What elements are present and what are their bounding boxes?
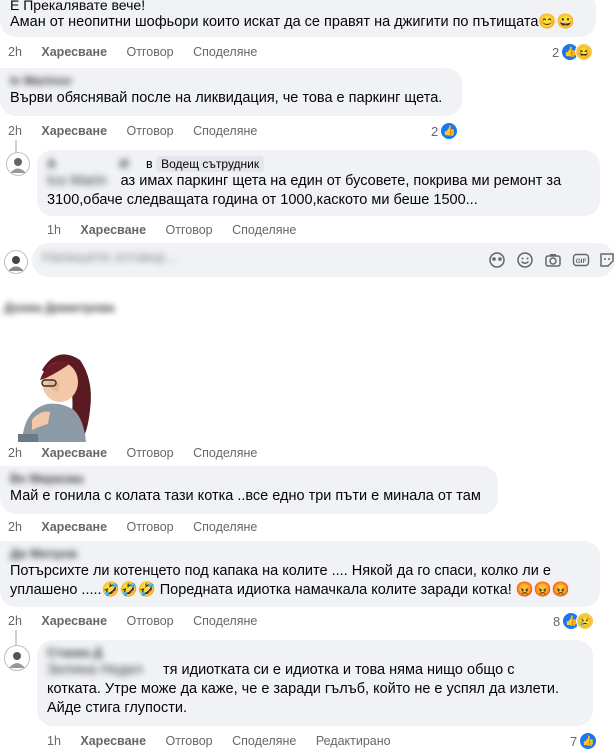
gif-icon[interactable]: GIF xyxy=(572,251,590,269)
comment-author[interactable]: Iv Marinov xyxy=(10,74,452,89)
like-button[interactable]: Харесване xyxy=(80,223,146,237)
comment-actions-3: 1h Харесване Отговор Споделяне xyxy=(47,223,312,237)
reaction-count: 8 xyxy=(553,613,561,629)
comment-bubble-5: Ве Миркова Май е гонила с колата тази ко… xyxy=(0,466,498,514)
like-button[interactable]: Харесване xyxy=(41,446,107,460)
mention[interactable]: Зиляна Недел xyxy=(47,662,143,678)
reaction-count: 2 xyxy=(431,123,439,139)
comment-text: Върви обяснявай после на ликвидация, че … xyxy=(10,90,443,106)
like-icon: 👍 xyxy=(440,122,459,140)
reactions-2[interactable]: 2 👍 xyxy=(431,122,459,140)
share-button[interactable]: Споделяне xyxy=(193,520,257,534)
girl-facepalm-sticker-icon xyxy=(18,354,91,442)
reply-button[interactable]: Отговор xyxy=(127,124,174,138)
share-button[interactable]: Споделяне xyxy=(193,614,257,628)
comment-text: Потърсихте ли котенцето под капака на ко… xyxy=(10,563,570,598)
share-button[interactable]: Споделяне xyxy=(193,124,257,138)
comment-time[interactable]: 2h xyxy=(8,446,22,460)
avatar-image-icon xyxy=(10,158,26,173)
like-button[interactable]: Харесване xyxy=(41,614,107,628)
comment-bubble-7: Станка Д Зиляна Недел тя идиотката си е и… xyxy=(37,640,593,726)
comment-time[interactable]: 2h xyxy=(8,614,22,628)
svg-text:GIF: GIF xyxy=(576,258,587,265)
reactions-1[interactable]: 2 👍 😆 xyxy=(552,43,594,61)
comment-author[interactable]: Станка Д xyxy=(47,646,583,661)
comment-bubble-3: А И в Водещ сътрудник Ico Marin аз имах п… xyxy=(37,150,600,216)
in-label: в xyxy=(145,157,153,171)
avatar[interactable] xyxy=(4,645,30,671)
comment-text: аз имах паркинг щета на един от бусовете… xyxy=(47,173,562,208)
comment-actions-1: 2h Харесване Отговор Споделяне xyxy=(8,45,273,59)
like-button[interactable]: Харесване xyxy=(41,124,107,138)
comment-author[interactable]: Ве Миркова xyxy=(10,472,488,487)
comment-time[interactable]: 2h xyxy=(8,520,22,534)
composer-placeholder: Напишете отговор... xyxy=(42,250,178,266)
camera-icon[interactable] xyxy=(544,251,562,269)
top-contributor-badge[interactable]: Водещ сътрудник xyxy=(156,156,265,172)
avatar-image-icon xyxy=(8,256,24,271)
mention[interactable]: Ico Marin xyxy=(47,173,107,189)
reply-button[interactable]: Отговор xyxy=(127,520,174,534)
reply-button[interactable]: Отговор xyxy=(127,45,174,59)
laugh-emoji-icon: 😆 xyxy=(575,43,594,61)
like-button[interactable]: Харесване xyxy=(80,734,146,748)
comment-actions-7: 1h Харесване Отговор Споделяне Редактира… xyxy=(47,734,407,748)
comment-author-line: А И в Водещ сътрудник xyxy=(47,156,590,172)
comment-actions-4: 2h Харесване Отговор Споделяне xyxy=(8,446,273,460)
comment-time[interactable]: 1h xyxy=(47,734,61,748)
share-button[interactable]: Споделяне xyxy=(232,223,296,237)
reaction-count: 2 xyxy=(552,44,560,60)
share-button[interactable]: Споделяне xyxy=(193,45,257,59)
comment-author[interactable]: А xyxy=(47,157,56,171)
reply-button[interactable]: Отговор xyxy=(166,734,213,748)
comment-bubble-2: Iv Marinov Върви обяснявай после на ликв… xyxy=(0,68,462,116)
composer-avatar xyxy=(4,250,28,274)
reactions-6[interactable]: 8 👍 😢 xyxy=(553,612,595,630)
comment-text: Аман от неопитни шофьори които искат да … xyxy=(10,14,575,30)
stickers-icon[interactable] xyxy=(488,251,506,269)
like-icon: 👍 xyxy=(579,732,598,750)
comment-time[interactable]: 1h xyxy=(47,223,61,237)
avatar[interactable] xyxy=(6,152,30,176)
comment-author-tail: И xyxy=(119,157,129,171)
comment-text: котката. Утре може да каже, че е заради … xyxy=(47,681,559,716)
comment-actions-2: 2h Харесване Отговор Споделяне xyxy=(8,124,273,138)
sad-emoji-icon: 😢 xyxy=(576,612,595,630)
comment-author[interactable]: Ди Митров xyxy=(10,547,590,562)
reaction-count: 7 xyxy=(570,733,578,749)
comment-actions-6: 2h Харесване Отговор Споделяне xyxy=(8,614,273,628)
comment-bubble-6: Ди Митров Потърсихте ли котенцето под ка… xyxy=(0,541,600,607)
share-button[interactable]: Споделяне xyxy=(232,734,296,748)
reply-button[interactable]: Отговор xyxy=(166,223,213,237)
emoji-icon[interactable] xyxy=(516,251,534,269)
comment-text-line1: тя идиотката си е идиотка и това няма ни… xyxy=(163,662,515,678)
comment-time[interactable]: 2h xyxy=(8,45,22,59)
like-button[interactable]: Харесване xyxy=(41,45,107,59)
comment-author[interactable]: Донка Димитрова xyxy=(4,301,114,316)
comment-text: Май е гонила с колата тази котка ..все е… xyxy=(10,488,481,504)
reactions-7[interactable]: 7 👍 xyxy=(570,732,598,750)
like-button[interactable]: Харесване xyxy=(41,520,107,534)
avatar-sticker-image xyxy=(2,340,102,442)
comment-actions-5: 2h Харесване Отговор Споделяне xyxy=(8,520,273,534)
avatar-image-icon xyxy=(9,652,25,668)
reply-button[interactable]: Отговор xyxy=(127,614,174,628)
sticker-icon[interactable] xyxy=(598,251,615,269)
edited-label[interactable]: Редактирано xyxy=(316,734,391,748)
share-button[interactable]: Споделяне xyxy=(193,446,257,460)
reply-button[interactable]: Отговор xyxy=(127,446,174,460)
comment-bubble-1: Е Прекалявате вече! Аман от неопитни шоф… xyxy=(0,0,596,37)
comment-time[interactable]: 2h xyxy=(8,124,22,138)
comment-author[interactable]: Е Прекалявате вече! xyxy=(10,0,586,13)
